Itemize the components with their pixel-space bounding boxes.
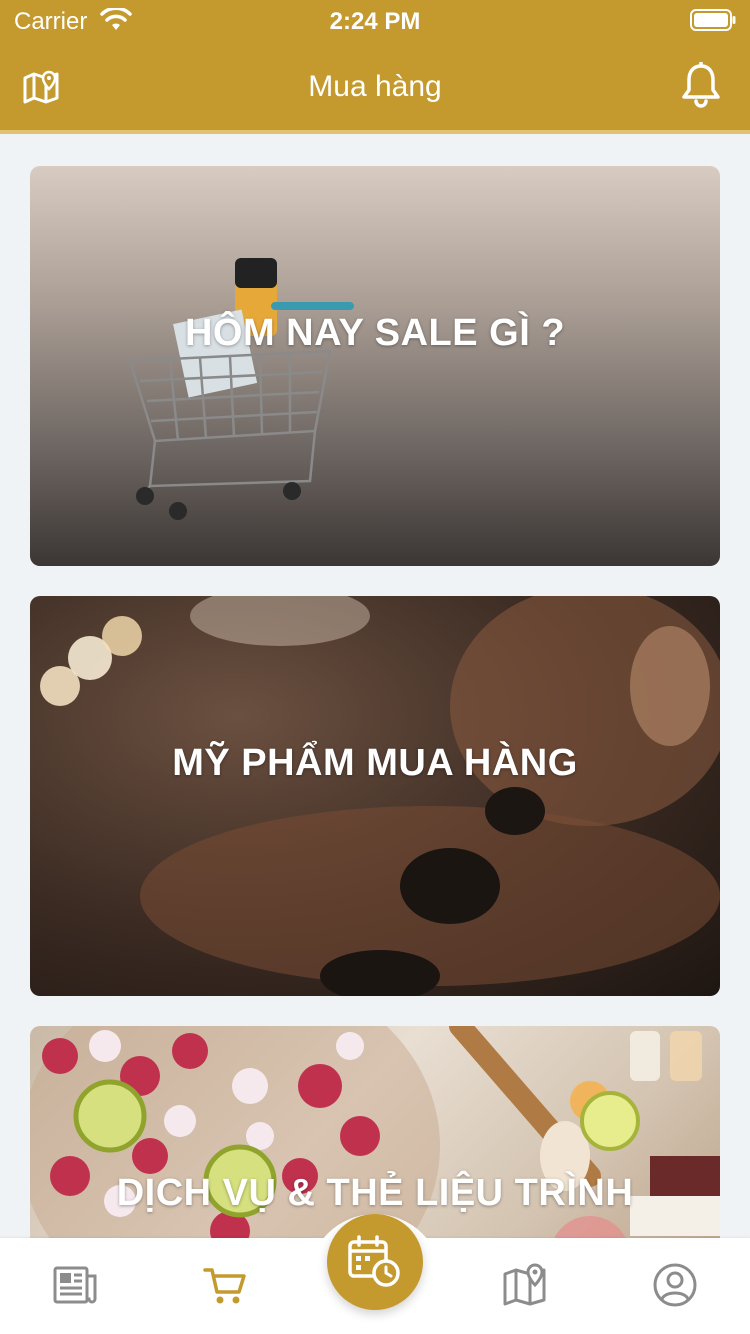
calendar-clock-icon	[348, 1235, 400, 1287]
page-title: Mua hàng	[308, 70, 442, 103]
card-title: MỸ PHẨM MUA HÀNG	[172, 742, 578, 784]
status-time: 2:24 PM	[329, 8, 421, 35]
status-bar: Carrier 2:24 PM	[0, 0, 750, 40]
cosmetics-card[interactable]: MỸ PHẨM MUA HÀNG	[30, 596, 720, 996]
card-title: HÔM NAY SALE GÌ ?	[184, 312, 566, 354]
map-pin-icon[interactable]	[502, 1262, 548, 1308]
booking-button[interactable]	[327, 1214, 423, 1310]
cart-icon[interactable]	[202, 1262, 248, 1308]
bell-icon[interactable]	[680, 62, 722, 110]
header: Carrier 2:24 PM Mua hàng	[0, 0, 750, 134]
spa-stones-photo	[40, 596, 720, 996]
sale-today-card[interactable]: HÔM NAY SALE GÌ ?	[30, 166, 720, 566]
battery-icon	[690, 9, 736, 31]
shopping-cart-photo	[128, 258, 354, 520]
card-title: DỊCH VỤ & THẺ LIỆU TRÌNH	[116, 1172, 634, 1214]
profile-icon[interactable]	[652, 1262, 698, 1308]
newspaper-icon[interactable]	[52, 1262, 98, 1308]
